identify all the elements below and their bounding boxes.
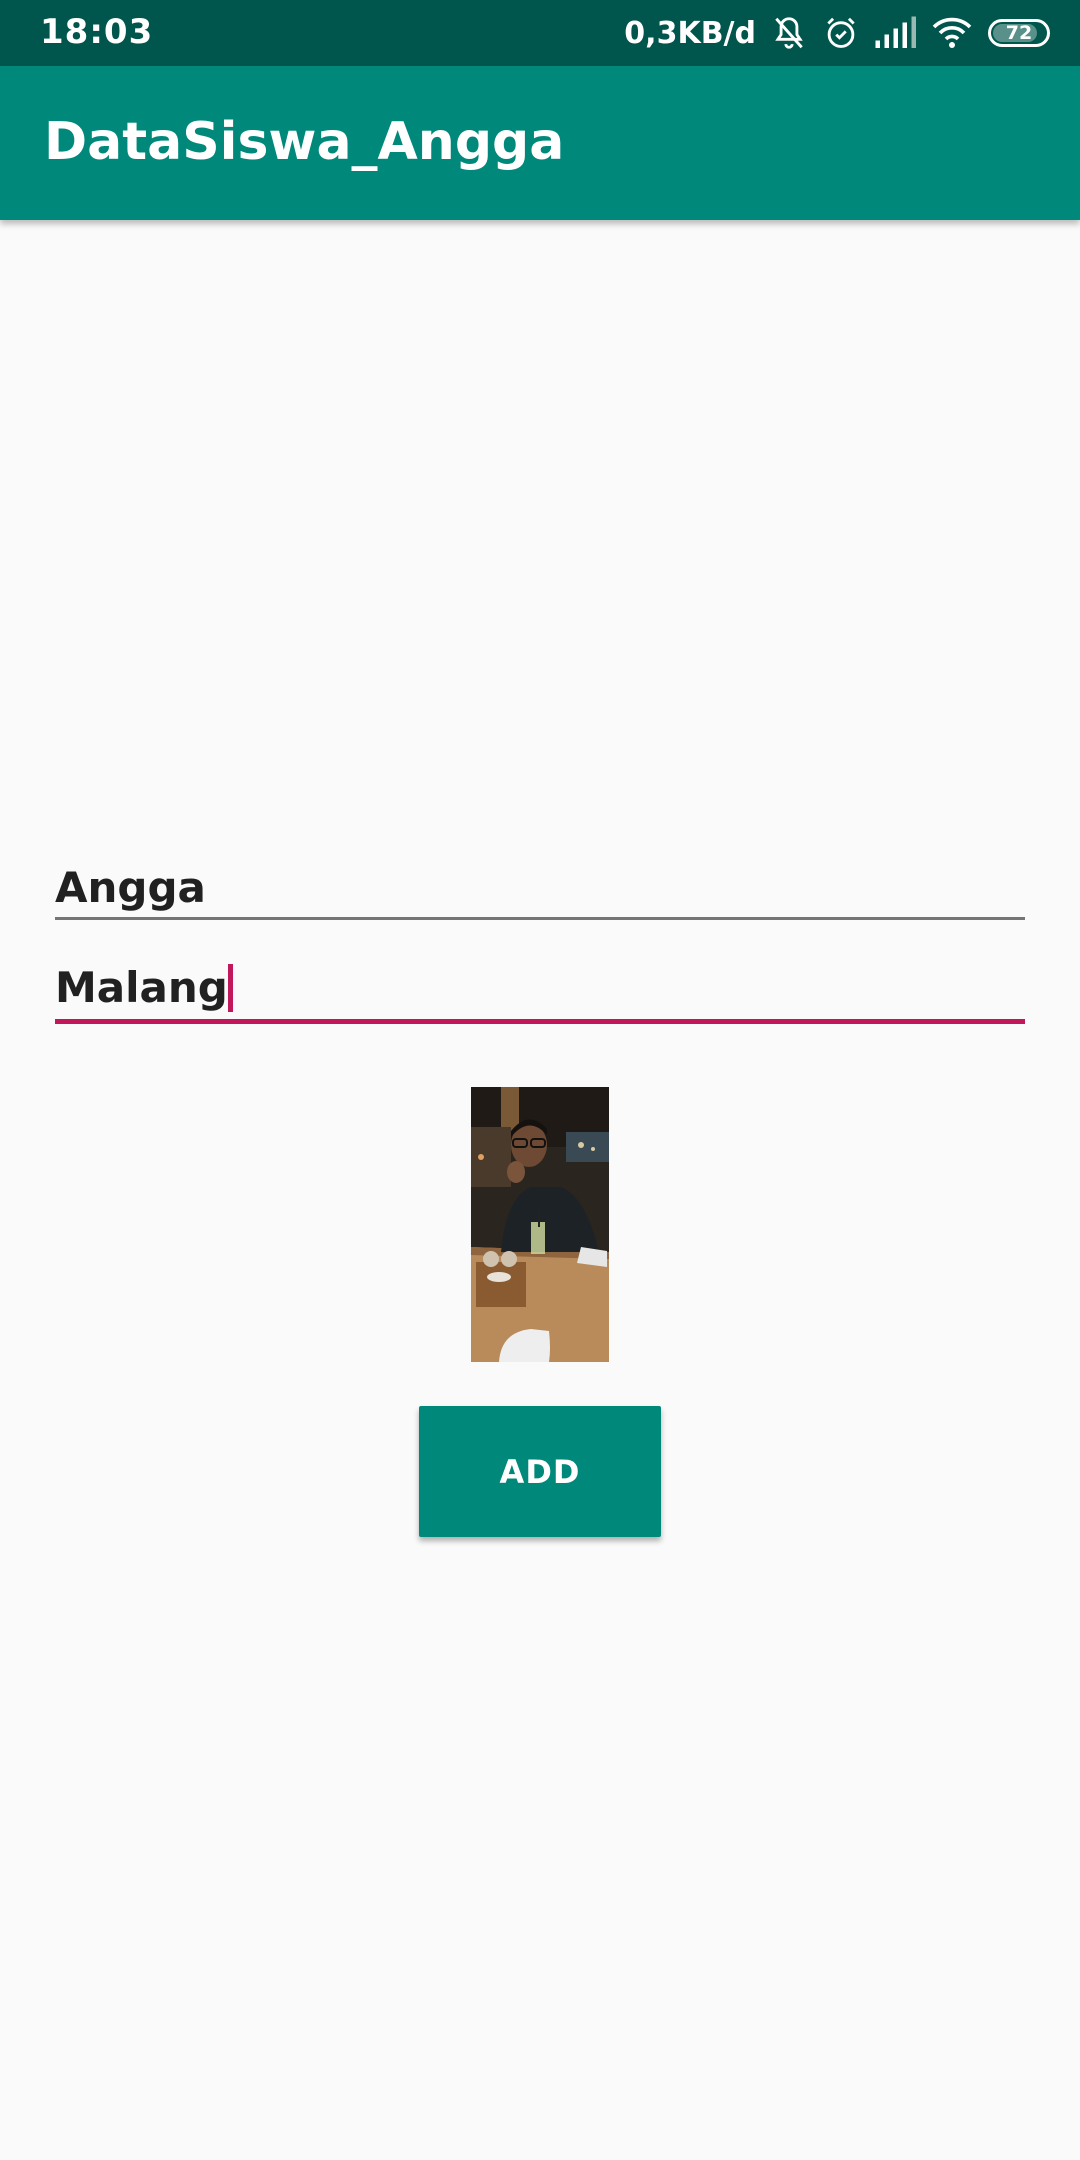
name-field-value: Angga xyxy=(55,863,206,912)
app-bar: DataSiswa_Angga xyxy=(0,66,1080,220)
battery-level: 72 xyxy=(1005,22,1033,44)
alarm-icon xyxy=(822,14,860,52)
city-field[interactable]: Malang xyxy=(55,960,1025,1024)
city-field-underline xyxy=(55,1019,1025,1024)
person-photo-image xyxy=(471,1087,609,1362)
battery-icon: 72 xyxy=(988,19,1050,47)
status-time: 18:03 xyxy=(40,12,154,52)
add-button[interactable]: ADD xyxy=(419,1406,661,1537)
wifi-icon xyxy=(930,15,974,51)
network-speed: 0,3KB/d xyxy=(624,15,756,51)
signal-icon xyxy=(874,15,916,51)
name-field-underline xyxy=(55,917,1025,920)
city-field-value: Malang xyxy=(55,963,228,1012)
text-cursor xyxy=(227,964,233,1012)
status-bar: 18:03 0,3KB/d 72 xyxy=(0,0,1080,66)
screen: 18:03 0,3KB/d 72 DataSiswa_Angga Angga M… xyxy=(0,0,1080,2160)
mute-bell-icon xyxy=(770,14,808,52)
status-icons: 0,3KB/d 72 xyxy=(624,10,1050,56)
student-photo[interactable] xyxy=(471,1087,609,1362)
app-title: DataSiswa_Angga xyxy=(44,112,565,172)
name-field[interactable]: Angga xyxy=(55,860,1025,920)
